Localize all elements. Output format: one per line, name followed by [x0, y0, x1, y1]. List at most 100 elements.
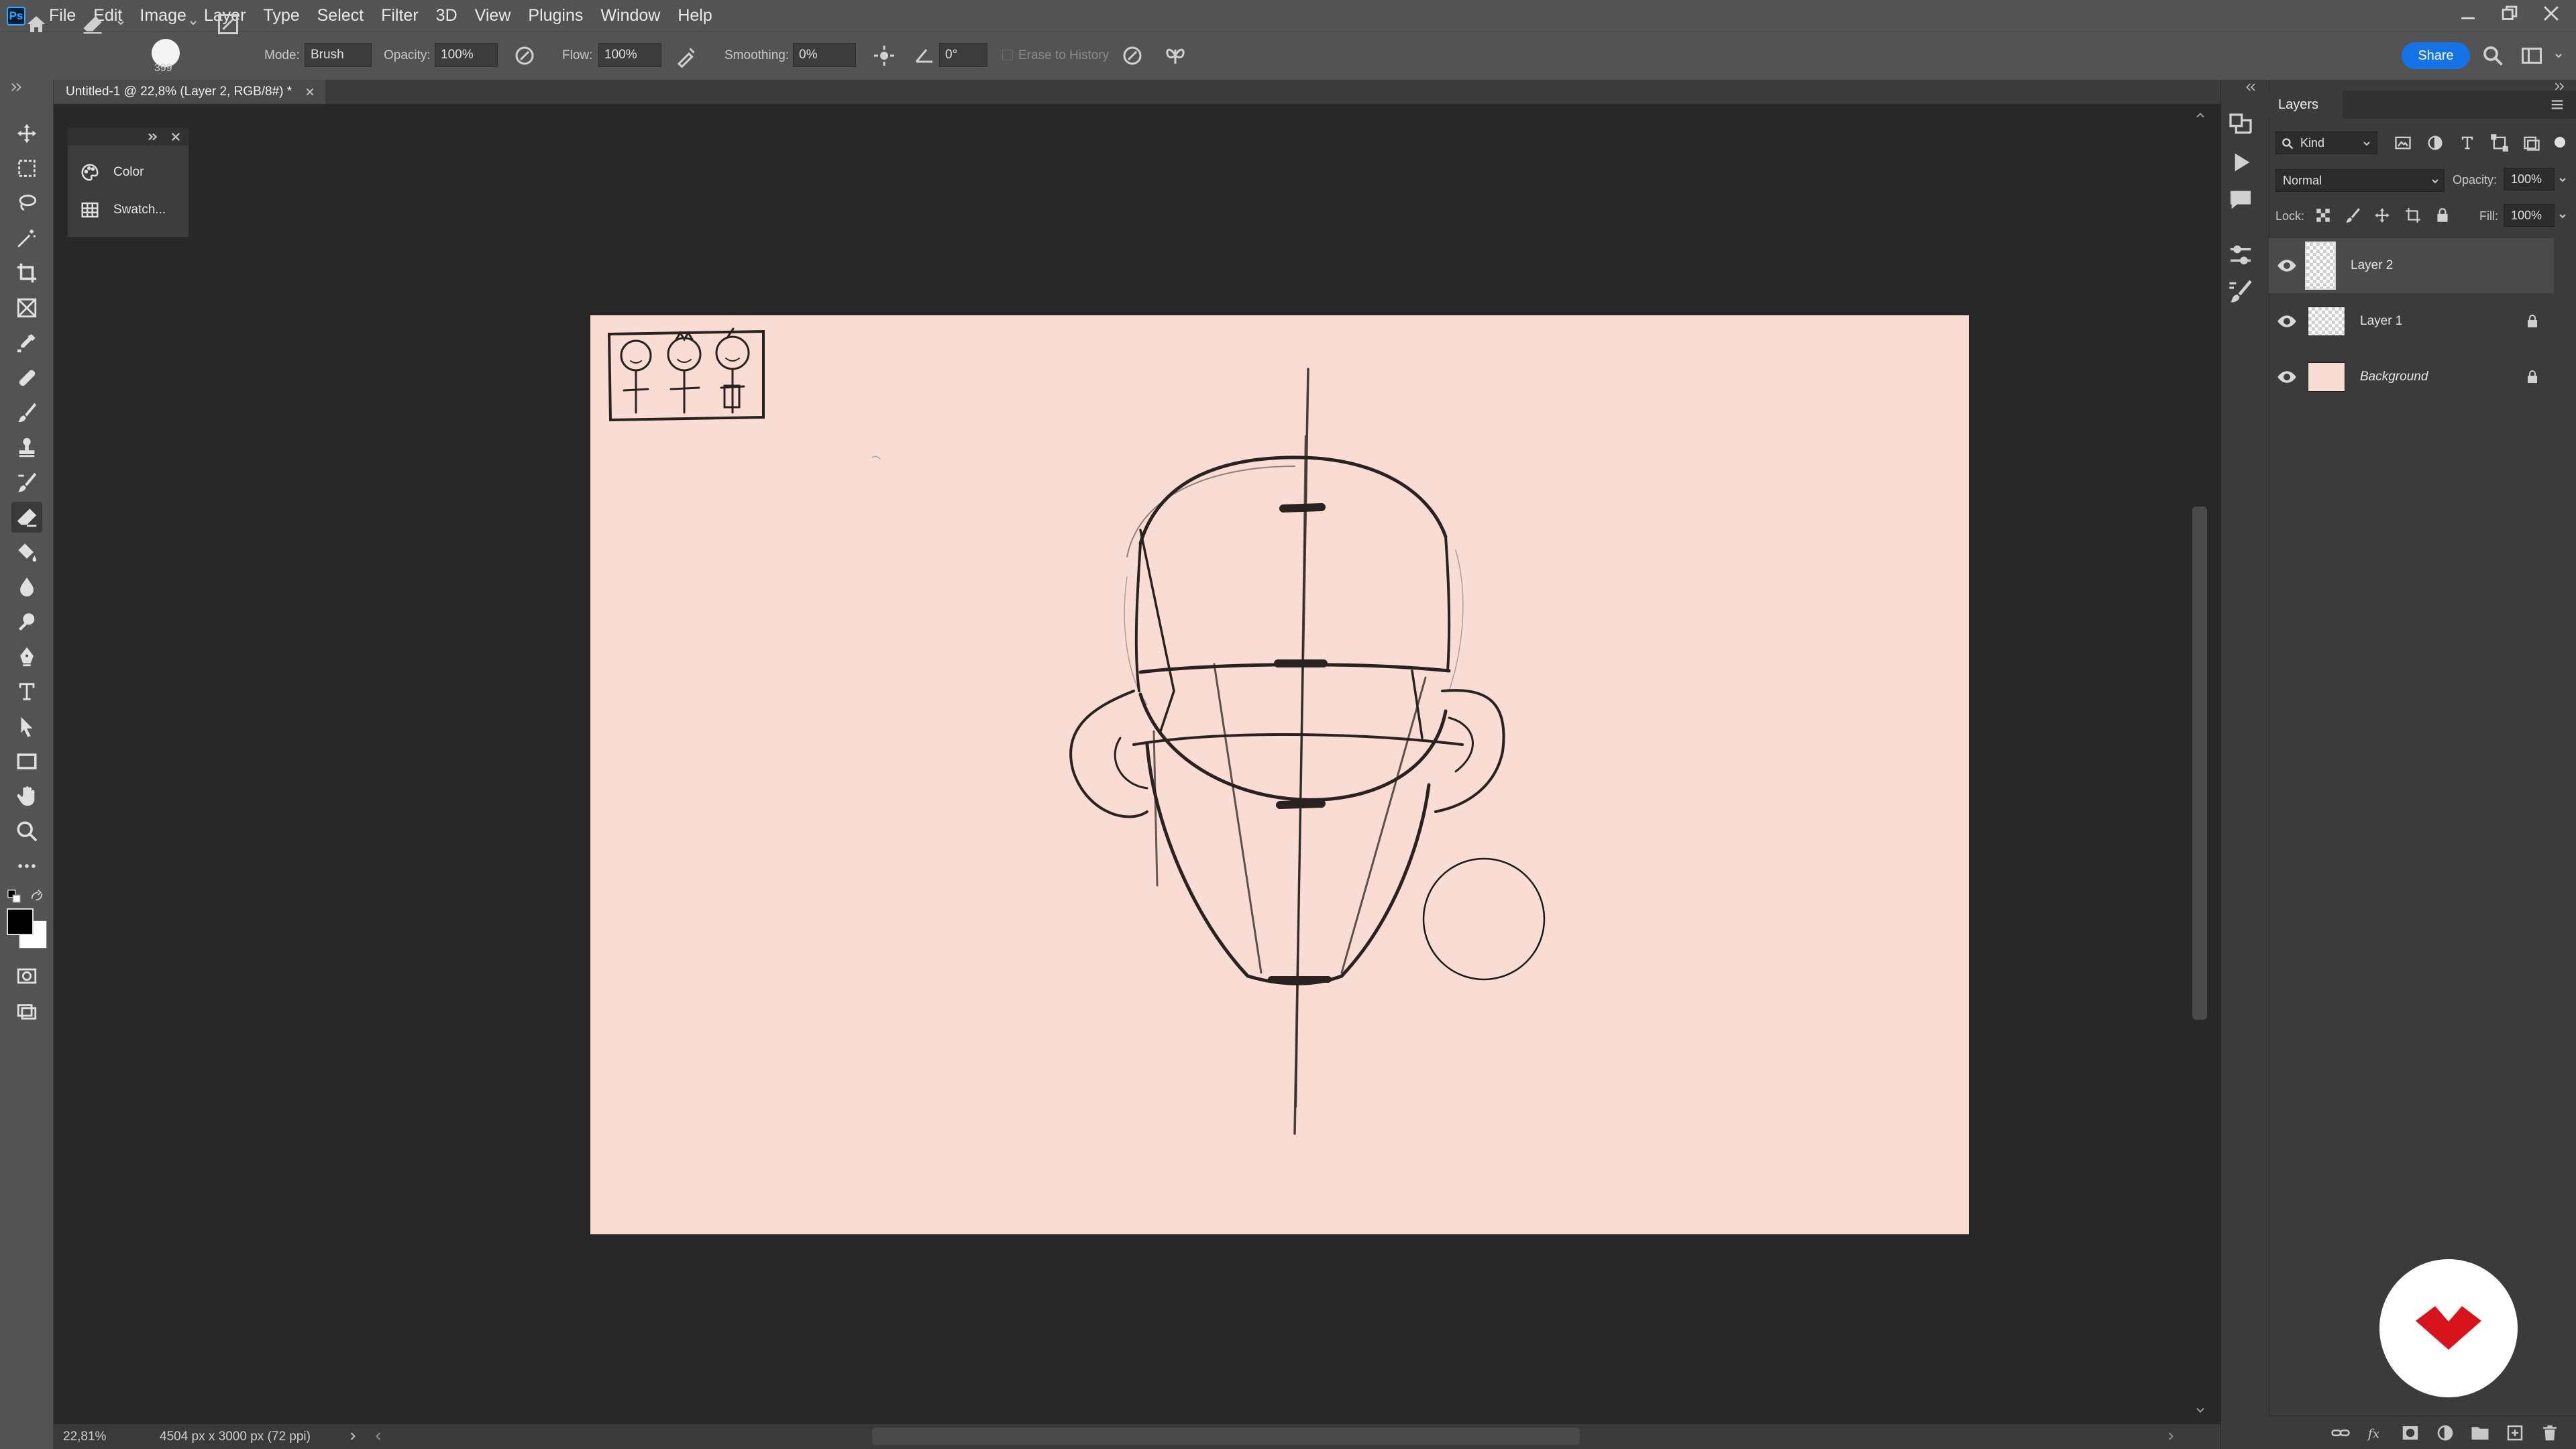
search-icon[interactable] — [2481, 44, 2505, 68]
scroll-up-icon[interactable] — [2194, 109, 2207, 122]
flow-input[interactable]: 100% — [598, 43, 661, 67]
comments-icon[interactable] — [2227, 186, 2254, 213]
menu-filter[interactable]: Filter — [372, 0, 427, 32]
filter-shape-icon[interactable] — [2490, 133, 2509, 152]
lock-icon[interactable] — [2524, 369, 2540, 385]
menu-image[interactable]: Image — [131, 0, 195, 32]
menu-view[interactable]: View — [466, 0, 520, 32]
zoom-level[interactable]: 22,81% — [63, 1430, 106, 1444]
scroll-right-icon[interactable] — [2164, 1430, 2178, 1443]
collapse-toolbar-icon[interactable] — [9, 82, 24, 93]
default-colors-icon[interactable] — [7, 889, 21, 904]
chevron-down-icon[interactable] — [2430, 176, 2440, 186]
symmetry-butterfly-icon[interactable] — [1163, 44, 1187, 68]
filter-adjustment-icon[interactable] — [2426, 133, 2445, 152]
quick-mask-icon[interactable] — [11, 961, 42, 991]
smoothing-settings-gear-icon[interactable] — [872, 44, 896, 68]
eyedropper-tool-icon[interactable] — [11, 327, 42, 358]
menu-3d[interactable]: 3D — [427, 0, 466, 32]
opacity-input[interactable]: 100% — [435, 43, 498, 67]
eraser-tool-preset-icon[interactable] — [80, 12, 105, 36]
vertical-scrollbar-thumb[interactable] — [2192, 506, 2207, 1020]
share-button[interactable]: Share — [2402, 42, 2470, 69]
angle-input[interactable]: 0° — [939, 43, 987, 67]
scroll-left-icon[interactable] — [372, 1430, 385, 1443]
rectangle-tool-icon[interactable] — [11, 746, 42, 777]
dodge-tool-icon[interactable] — [11, 606, 42, 637]
lock-icon[interactable] — [2524, 313, 2540, 329]
smoothing-input[interactable]: 0% — [793, 43, 856, 67]
document-tab[interactable]: Untitled-1 @ 22,8% (Layer 2, RGB/8#) * — [54, 80, 326, 104]
brush-settings-panel-icon[interactable] — [2227, 278, 2254, 305]
layer-fill-input[interactable]: 100% — [2504, 204, 2555, 227]
airbrush-icon[interactable] — [675, 44, 699, 68]
lock-all-icon[interactable] — [2434, 207, 2451, 224]
delete-layer-trash-icon[interactable] — [2540, 1423, 2560, 1443]
close-tab-icon[interactable] — [305, 87, 315, 97]
screen-mode-icon[interactable] — [11, 996, 42, 1026]
color-panel-button[interactable]: Color — [78, 158, 179, 187]
pressure-opacity-icon[interactable] — [513, 44, 537, 68]
brush-tool-icon[interactable] — [11, 397, 42, 428]
filter-type-icon[interactable] — [2458, 133, 2477, 152]
new-adjustment-layer-icon[interactable] — [2435, 1423, 2455, 1443]
status-info-arrow-icon[interactable] — [346, 1430, 360, 1443]
history-brush-tool-icon[interactable] — [11, 467, 42, 498]
clone-stamp-tool-icon[interactable] — [11, 432, 42, 463]
mode-select[interactable]: Brush — [305, 43, 372, 67]
layer-style-fx-icon[interactable]: fx — [2365, 1423, 2385, 1443]
hand-tool-icon[interactable] — [11, 781, 42, 812]
chevron-down-icon[interactable] — [2361, 138, 2372, 149]
menu-help[interactable]: Help — [669, 0, 720, 32]
expand-panel-icon[interactable] — [147, 131, 159, 143]
menu-select[interactable]: Select — [309, 0, 372, 32]
panel-menu-icon[interactable] — [2549, 97, 2565, 112]
collapse-strip-icon[interactable] — [2245, 82, 2258, 93]
layer-opacity-input[interactable]: 100% — [2504, 168, 2555, 191]
eraser-tool-icon[interactable] — [11, 502, 42, 533]
lock-position-icon[interactable] — [2373, 207, 2391, 224]
close-panel-icon[interactable] — [170, 131, 182, 143]
zoom-tool-icon[interactable] — [11, 816, 42, 847]
crop-tool-icon[interactable] — [11, 258, 42, 288]
layer-row-layer-2[interactable]: Layer 2 — [2269, 238, 2554, 293]
chevron-down-icon[interactable] — [2557, 211, 2568, 221]
blend-mode-select[interactable]: Normal — [2275, 169, 2445, 192]
add-mask-icon[interactable] — [2400, 1423, 2420, 1443]
home-icon[interactable] — [24, 12, 48, 36]
history-icon[interactable] — [2227, 111, 2254, 138]
pressure-size-icon[interactable] — [1120, 44, 1144, 68]
filter-smart-object-icon[interactable] — [2522, 133, 2541, 152]
lock-transparent-pixels-icon[interactable] — [2314, 207, 2332, 224]
erase-history-checkbox[interactable] — [1002, 50, 1013, 60]
move-tool-icon[interactable] — [11, 118, 42, 149]
marquee-tool-icon[interactable] — [11, 153, 42, 184]
new-layer-icon[interactable] — [2505, 1423, 2525, 1443]
layers-tab[interactable]: Layers — [2269, 91, 2343, 119]
visibility-eye-icon[interactable] — [2277, 256, 2297, 276]
menu-window[interactable]: Window — [592, 0, 669, 32]
collapse-panels-icon[interactable] — [2553, 82, 2567, 91]
restore-icon[interactable] — [2498, 2, 2521, 25]
visibility-eye-icon[interactable] — [2277, 311, 2297, 331]
healing-brush-tool-icon[interactable] — [11, 362, 42, 393]
type-tool-icon[interactable] — [11, 676, 42, 707]
lasso-tool-icon[interactable] — [11, 188, 42, 219]
pen-tool-icon[interactable] — [11, 641, 42, 672]
chevron-down-icon[interactable] — [188, 17, 199, 28]
lock-artboard-icon[interactable] — [2404, 207, 2422, 224]
layer-row-background[interactable]: Background — [2269, 350, 2554, 405]
workspace-icon[interactable] — [2520, 44, 2544, 68]
swap-colors-icon[interactable] — [28, 889, 46, 904]
magic-wand-tool-icon[interactable] — [11, 223, 42, 254]
chevron-down-icon[interactable] — [2557, 174, 2568, 185]
adjustments-icon[interactable] — [2227, 241, 2254, 268]
menu-plugins[interactable]: Plugins — [519, 0, 592, 32]
filter-toggle-button[interactable] — [2555, 137, 2565, 148]
visibility-eye-icon[interactable] — [2277, 367, 2297, 387]
close-window-icon[interactable] — [2540, 2, 2563, 25]
actions-play-icon[interactable] — [2227, 149, 2254, 176]
filter-pixel-icon[interactable] — [2394, 133, 2412, 152]
minimize-icon[interactable] — [2457, 2, 2479, 25]
foreground-color-swatch[interactable] — [7, 908, 34, 935]
